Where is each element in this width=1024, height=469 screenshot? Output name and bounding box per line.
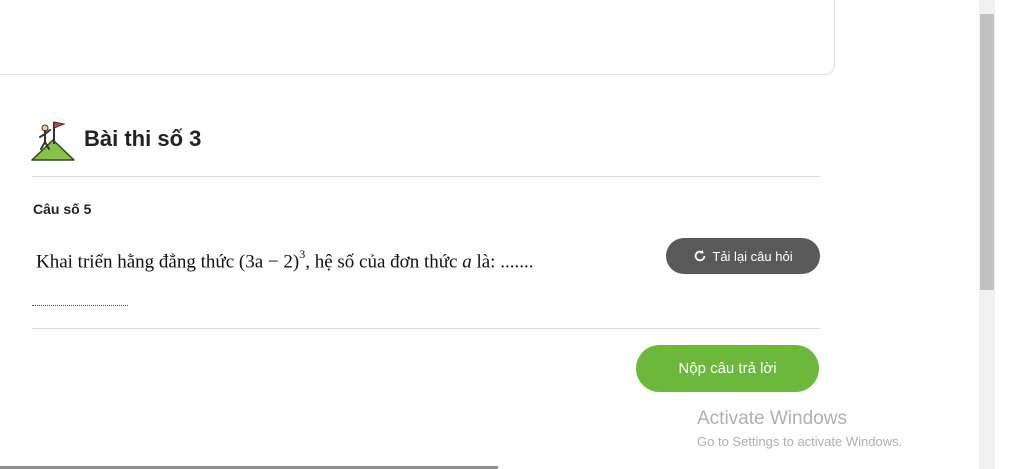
previous-card	[0, 0, 835, 75]
question-expression: (3a − 2)	[238, 251, 300, 273]
scrollbar-thumb[interactable]	[980, 14, 994, 290]
question-text-before: Khai triển hằng đẳng thức	[36, 251, 239, 273]
mountain-flag-icon	[31, 121, 75, 161]
footer-divider	[32, 328, 820, 329]
submit-answer-label: Nộp câu trả lời	[678, 360, 777, 377]
question-text-after: là: .......	[471, 251, 534, 273]
window-edge	[995, 0, 1024, 469]
exam-title: Bài thi số 3	[84, 126, 202, 151]
header-divider	[32, 176, 820, 177]
reload-question-button[interactable]: Tải lại câu hỏi	[666, 238, 820, 274]
watermark-subtitle: Go to Settings to activate Windows.	[697, 434, 903, 449]
question-text: Khai triển hằng đẳng thức (3a − 2)3, hệ …	[36, 247, 534, 273]
question-text-middle: , hệ số của đơn thức	[305, 251, 463, 273]
question-variable: a	[462, 251, 472, 273]
reload-question-label: Tải lại câu hỏi	[712, 248, 793, 264]
submit-answer-button[interactable]: Nộp câu trả lời	[636, 345, 819, 392]
windows-activation-watermark: Activate Windows Go to Settings to activ…	[697, 408, 902, 452]
answer-input[interactable]	[32, 305, 128, 306]
watermark-title: Activate Windows	[697, 408, 847, 429]
refresh-icon	[695, 249, 706, 262]
question-exponent: 3	[299, 247, 306, 261]
question-number: Câu số 5	[33, 201, 92, 217]
